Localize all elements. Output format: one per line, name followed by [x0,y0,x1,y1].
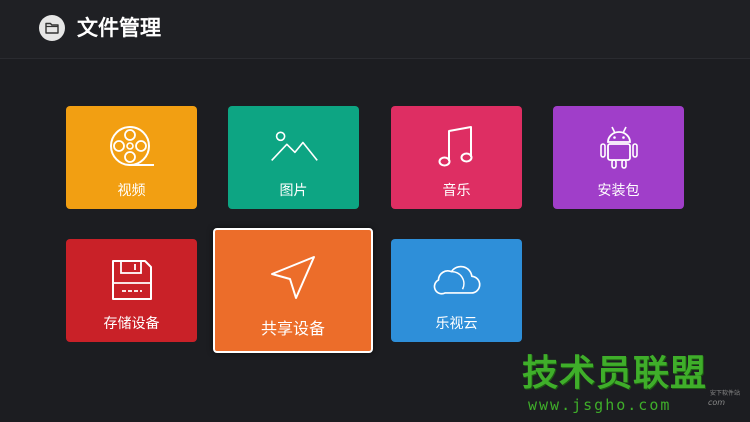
mountain-image-icon [269,124,319,170]
android-icon [594,124,644,170]
watermark: 技术员联盟 www.jsgho.com 安下软件站 com [520,352,750,422]
tile-label: 音乐 [442,183,471,199]
tile-video[interactable]: 视频 [66,106,197,209]
tile-label: 存储设备 [103,316,160,332]
music-note-icon [432,124,482,170]
page-title: 文件管理 [77,16,161,40]
film-reel-icon [107,124,157,170]
cloud-icon [432,257,482,303]
tile-music[interactable]: 音乐 [391,106,522,209]
tile-storage-devices[interactable]: 存储设备 [66,239,197,342]
tile-label: 安装包 [597,183,640,199]
tile-label: 乐视云 [435,316,478,332]
watermark-logo-text: 技术员联盟 [522,353,708,394]
floppy-disk-icon [107,257,157,303]
tile-label: 视频 [117,183,146,199]
tile-shared-devices[interactable]: 共享设备 [213,228,373,353]
watermark-small-text-2: com [708,398,726,407]
watermark-url: www.jsgho.com [528,396,672,414]
header-divider [0,58,750,59]
tile-label: 共享设备 [260,319,325,338]
tile-label: 图片 [279,183,308,199]
tile-install-packages[interactable]: 安装包 [553,106,684,209]
folder-icon [39,15,65,41]
tile-letv-cloud[interactable]: 乐视云 [391,239,522,342]
navigation-arrow-icon [265,252,321,304]
tile-images[interactable]: 图片 [228,106,359,209]
watermark-small-text: 安下软件站 [710,390,741,397]
